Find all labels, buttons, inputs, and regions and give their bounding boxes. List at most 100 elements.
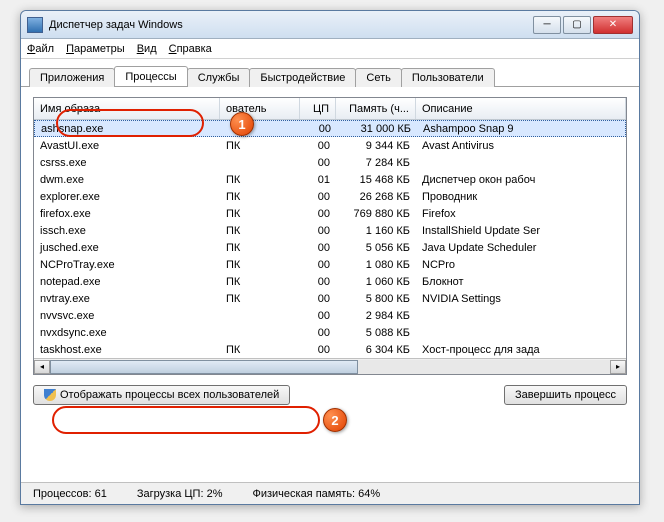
table-cell: notepad.exe <box>34 273 220 290</box>
table-cell: 31 000 КБ <box>337 121 417 136</box>
table-cell: 00 <box>300 256 336 273</box>
close-button[interactable]: ✕ <box>593 16 633 34</box>
column-image-name[interactable]: Имя образа <box>34 98 220 119</box>
table-cell: nvtray.exe <box>34 290 220 307</box>
menubar: Файл Параметры Вид Справка <box>21 39 639 59</box>
table-cell: 6 304 КБ <box>336 341 416 358</box>
table-cell: issch.exe <box>34 222 220 239</box>
table-row[interactable]: AvastUI.exeПК009 344 КБAvast Antivirus <box>34 137 626 154</box>
table-cell: 00 <box>301 121 337 136</box>
table-cell: ПК <box>220 222 300 239</box>
tab-network[interactable]: Сеть <box>355 68 401 87</box>
table-cell: 26 268 КБ <box>336 188 416 205</box>
table-cell: nvxdsync.exe <box>34 324 220 341</box>
table-cell: Ashampoo Snap 9 <box>417 121 625 136</box>
table-cell: taskhost.exe <box>34 341 220 358</box>
titlebar[interactable]: Диспетчер задач Windows ─ ▢ ✕ <box>21 11 639 39</box>
statusbar: Процессов: 61 Загрузка ЦП: 2% Физическая… <box>21 482 639 504</box>
table-cell <box>220 307 300 324</box>
tab-applications[interactable]: Приложения <box>29 68 115 87</box>
table-row[interactable]: explorer.exeПК0026 268 КБПроводник <box>34 188 626 205</box>
table-cell: 7 284 КБ <box>336 154 416 171</box>
table-cell: 15 468 КБ <box>336 171 416 188</box>
table-cell: 00 <box>300 341 336 358</box>
scroll-thumb[interactable] <box>50 360 358 374</box>
table-cell: Firefox <box>416 205 626 222</box>
scroll-left-button[interactable]: ◂ <box>34 360 50 374</box>
table-cell: 00 <box>300 290 336 307</box>
table-row[interactable]: jusched.exeПК005 056 КБJava Update Sched… <box>34 239 626 256</box>
table-row[interactable]: nvvsvc.exe002 984 КБ <box>34 307 626 324</box>
end-process-button[interactable]: Завершить процесс <box>504 385 627 405</box>
table-cell: 2 984 КБ <box>336 307 416 324</box>
tab-users[interactable]: Пользователи <box>401 68 495 87</box>
table-row[interactable]: NCProTray.exeПК001 080 КБNCPro <box>34 256 626 273</box>
table-cell: 1 160 КБ <box>336 222 416 239</box>
table-cell: ПК <box>220 290 300 307</box>
menu-help[interactable]: Справка <box>169 43 212 55</box>
table-cell: 00 <box>300 239 336 256</box>
table-cell: NVIDIA Settings <box>416 290 626 307</box>
column-cpu[interactable]: ЦП <box>300 98 336 119</box>
table-row[interactable]: nvtray.exeПК005 800 КБNVIDIA Settings <box>34 290 626 307</box>
scroll-track[interactable] <box>50 360 610 374</box>
table-cell <box>220 154 300 171</box>
table-cell <box>416 154 626 171</box>
tab-services[interactable]: Службы <box>187 68 251 87</box>
scroll-right-button[interactable]: ▸ <box>610 360 626 374</box>
table-cell: 1 060 КБ <box>336 273 416 290</box>
table-row[interactable]: firefox.exeПК00769 880 КБFirefox <box>34 205 626 222</box>
status-process-count: Процессов: 61 <box>33 488 107 500</box>
end-process-label: Завершить процесс <box>515 389 616 401</box>
table-cell: 5 088 КБ <box>336 324 416 341</box>
table-cell: Проводник <box>416 188 626 205</box>
horizontal-scrollbar[interactable]: ◂ ▸ <box>34 358 626 374</box>
window-title: Диспетчер задач Windows <box>49 19 533 31</box>
table-cell: jusched.exe <box>34 239 220 256</box>
table-row[interactable]: issch.exeПК001 160 КБInstallShield Updat… <box>34 222 626 239</box>
table-cell: nvvsvc.exe <box>34 307 220 324</box>
table-row[interactable]: ashsnap.exe0031 000 КБAshampoo Snap 9 <box>34 120 626 137</box>
table-cell: 00 <box>300 324 336 341</box>
table-cell: dwm.exe <box>34 171 220 188</box>
table-cell: Блокнот <box>416 273 626 290</box>
table-cell: 5 056 КБ <box>336 239 416 256</box>
column-memory[interactable]: Память (ч... <box>336 98 416 119</box>
tab-performance[interactable]: Быстродействие <box>249 68 356 87</box>
table-row[interactable]: nvxdsync.exe 005 088 КБ <box>34 324 626 341</box>
menu-file[interactable]: Файл <box>27 43 54 55</box>
table-cell: 00 <box>300 273 336 290</box>
table-cell: AvastUI.exe <box>34 137 220 154</box>
table-cell: Java Update Scheduler <box>416 239 626 256</box>
minimize-button[interactable]: ─ <box>533 16 561 34</box>
table-cell: 01 <box>300 171 336 188</box>
status-cpu-load: Загрузка ЦП: 2% <box>137 488 223 500</box>
table-body: ashsnap.exe0031 000 КБAshampoo Snap 9Ava… <box>34 120 626 358</box>
table-cell: NCPro <box>416 256 626 273</box>
table-row[interactable]: dwm.exeПК0115 468 КБДиспетчер окон рабоч <box>34 171 626 188</box>
table-row[interactable]: taskhost.exeПК006 304 КБХост-процесс для… <box>34 341 626 358</box>
table-row[interactable]: csrss.exe007 284 КБ <box>34 154 626 171</box>
table-cell: 769 880 КБ <box>336 205 416 222</box>
table-cell: ПК <box>220 239 300 256</box>
table-cell <box>220 324 300 341</box>
menu-options[interactable]: Параметры <box>66 43 125 55</box>
status-memory: Физическая память: 64% <box>252 488 380 500</box>
table-row[interactable]: notepad.exeПК001 060 КББлокнот <box>34 273 626 290</box>
show-all-users-button[interactable]: Отображать процессы всех пользователей <box>33 385 290 405</box>
menu-view[interactable]: Вид <box>137 43 157 55</box>
maximize-button[interactable]: ▢ <box>563 16 591 34</box>
table-cell: ПК <box>220 171 300 188</box>
table-cell: 00 <box>300 137 336 154</box>
table-cell: csrss.exe <box>34 154 220 171</box>
table-cell: 00 <box>300 222 336 239</box>
tab-processes[interactable]: Процессы <box>114 66 187 86</box>
app-icon <box>27 17 43 33</box>
table-cell <box>416 324 626 341</box>
table-cell: ПК <box>220 341 300 358</box>
show-all-users-label: Отображать процессы всех пользователей <box>60 389 279 401</box>
annotation-marker-2: 2 <box>323 408 347 432</box>
table-header: Имя образа ователь ЦП Память (ч... Описа… <box>34 98 626 120</box>
column-description[interactable]: Описание <box>416 98 626 119</box>
table-cell: ПК <box>220 273 300 290</box>
